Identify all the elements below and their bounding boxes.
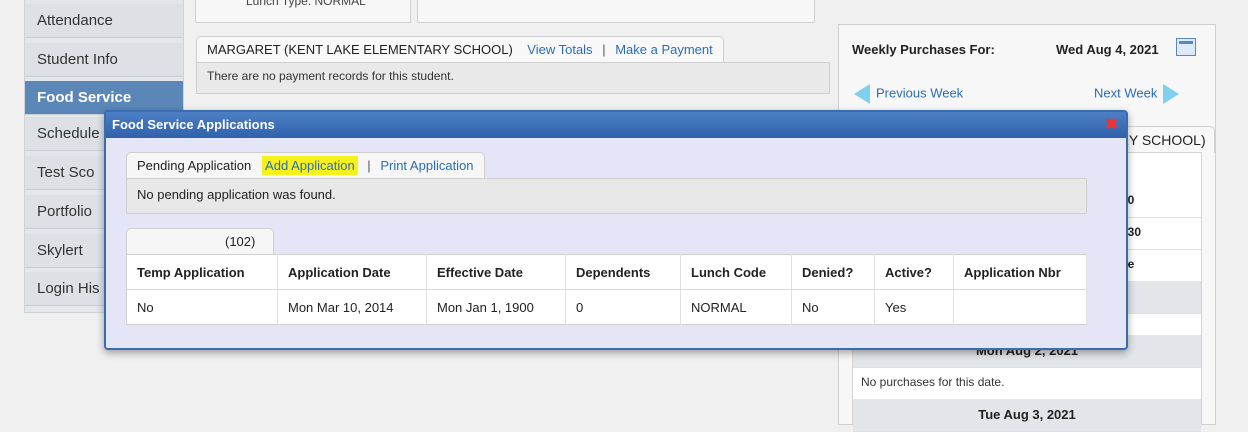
day-header-text: Tue Aug 3, 2021 — [978, 407, 1076, 422]
list-item: No purchases for this date. — [853, 367, 1201, 400]
col-effective-date: Effective Date — [426, 254, 566, 290]
tab-pending-application[interactable]: Pending Application — [137, 158, 251, 173]
applications-table: Temp Application Application Date Effect… — [126, 254, 1087, 325]
nav-item-student-info[interactable]: Student Info — [25, 43, 183, 77]
tab-separator: | — [602, 42, 606, 57]
no-payment-message: There are no payment records for this st… — [196, 62, 830, 94]
col-application-nbr: Application Nbr — [953, 254, 1087, 290]
nav-item-attendance[interactable]: Attendance — [25, 4, 183, 38]
next-week-button[interactable]: Next Week — [1094, 84, 1180, 104]
cell-temp-application: No — [126, 289, 278, 325]
col-temp-application: Temp Application — [126, 254, 278, 290]
day-header: Tue Aug 3, 2021 — [853, 399, 1201, 432]
table-row: No Mon Mar 10, 2014 Mon Jan 1, 1900 0 NO… — [126, 289, 1087, 325]
no-purchases-text: No purchases for this date. — [861, 375, 1005, 389]
arrow-right-icon — [1163, 84, 1180, 104]
pending-message: No pending application was found. — [126, 178, 1087, 214]
dialog-title: Food Service Applications — [112, 117, 275, 132]
calendar-icon[interactable] — [1176, 38, 1196, 56]
previous-week-button[interactable]: Previous Week — [854, 84, 963, 104]
view-totals-link[interactable]: View Totals — [527, 42, 592, 57]
cell-active: Yes — [874, 289, 954, 325]
cell-application-date: Mon Mar 10, 2014 — [277, 289, 427, 325]
dialog-title-bar: Food Service Applications ✖ — [106, 112, 1126, 138]
col-lunch-code: Lunch Code — [680, 254, 792, 290]
tab-separator: | — [367, 158, 371, 173]
weekly-purchases-label: Weekly Purchases For: — [852, 42, 995, 57]
food-service-applications-dialog: Food Service Applications ✖ Pending Appl… — [104, 110, 1128, 350]
lunch-type-panel: Lunch Type: NORMAL — [195, 0, 411, 23]
weekly-date: Wed Aug 4, 2021 — [1056, 42, 1159, 57]
table-header-row: Temp Application Application Date Effect… — [126, 254, 1087, 290]
cell-denied: No — [791, 289, 875, 325]
application-tabs: Pending Application Add Application | Pr… — [126, 152, 485, 179]
col-dependents: Dependents — [565, 254, 681, 290]
student-name: MARGARET (KENT LAKE ELEMENTARY SCHOOL) — [207, 42, 513, 57]
tab-add-application[interactable]: Add Application — [262, 156, 358, 175]
arrow-left-icon — [854, 84, 870, 104]
cell-lunch-code: NORMAL — [680, 289, 792, 325]
application-count: (102) — [225, 234, 256, 249]
next-week-label: Next Week — [1094, 85, 1158, 101]
col-active: Active? — [874, 254, 954, 290]
top-empty-panel — [417, 0, 815, 23]
previous-week-label: Previous Week — [876, 85, 964, 101]
col-denied: Denied? — [791, 254, 875, 290]
cell-application-nbr — [953, 289, 1087, 325]
application-count-tab[interactable]: (102) — [126, 228, 274, 254]
col-application-date: Application Date — [277, 254, 427, 290]
cell-dependents: 0 — [565, 289, 681, 325]
student-tab: MARGARET (KENT LAKE ELEMENTARY SCHOOL) V… — [196, 36, 724, 63]
lunch-type-text: Lunch Type: NORMAL — [246, 0, 366, 8]
close-icon[interactable]: ✖ — [1105, 112, 1118, 138]
tab-print-application[interactable]: Print Application — [380, 158, 473, 173]
cell-effective-date: Mon Jan 1, 1900 — [426, 289, 566, 325]
make-payment-link[interactable]: Make a Payment — [615, 42, 713, 57]
